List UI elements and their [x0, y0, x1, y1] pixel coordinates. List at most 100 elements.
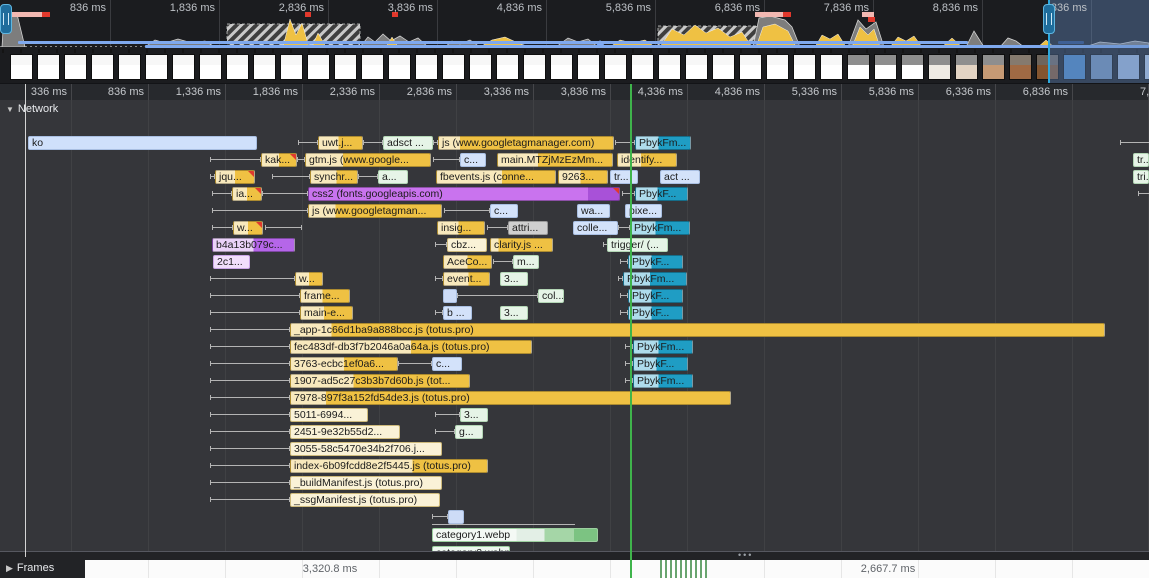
- network-request-bar[interactable]: clarity.js ...: [490, 238, 553, 252]
- filmstrip-frame[interactable]: [91, 54, 114, 80]
- expand-triangle-icon[interactable]: ▶: [6, 563, 13, 573]
- network-request-bar[interactable]: tr...: [610, 170, 638, 184]
- network-request-bar[interactable]: PbykFm...: [635, 136, 691, 150]
- network-request-bar[interactable]: PbykFm...: [630, 221, 690, 235]
- frames-track-header[interactable]: ▶Frames: [6, 562, 54, 574]
- playhead-cursor-line[interactable]: [630, 84, 632, 578]
- network-request-bar[interactable]: w...: [233, 221, 263, 235]
- filmstrip-frame[interactable]: [496, 54, 519, 80]
- network-request-bar[interactable]: 3...: [500, 272, 528, 286]
- network-request-bar[interactable]: attri...: [508, 221, 548, 235]
- network-request-bar[interactable]: insig...: [437, 221, 485, 235]
- network-request-bar[interactable]: jqu...: [215, 170, 255, 184]
- network-request-bar[interactable]: c...: [490, 204, 518, 218]
- filmstrip-frame[interactable]: [118, 54, 141, 80]
- network-request-bar[interactable]: c...: [432, 357, 462, 371]
- filmstrip-frame[interactable]: [10, 54, 33, 80]
- filmstrip-frame[interactable]: [685, 54, 708, 80]
- network-request-bar[interactable]: 3763-ecbc1ef0a6...: [290, 357, 398, 371]
- network-request-bar[interactable]: js (www.googletagman...: [308, 204, 442, 218]
- network-track-header[interactable]: ▼Network: [6, 103, 58, 115]
- network-request-bar[interactable]: 2c1...: [213, 255, 250, 269]
- network-request-bar[interactable]: [443, 289, 457, 303]
- network-request-bar[interactable]: 3...: [500, 306, 528, 320]
- filmstrip-frame[interactable]: [415, 54, 438, 80]
- network-request-bar[interactable]: synchr...: [310, 170, 358, 184]
- network-request-bar[interactable]: PbykFm...: [633, 340, 693, 354]
- timeline-overview[interactable]: 836 ms1,836 ms2,836 ms3,836 ms4,836 ms5,…: [0, 0, 1149, 86]
- filmstrip-frame[interactable]: [388, 54, 411, 80]
- network-request-bar[interactable]: PbykFm...: [633, 374, 693, 388]
- filmstrip-frame[interactable]: [37, 54, 60, 80]
- network-request-bar[interactable]: g...: [455, 425, 483, 439]
- network-request-bar[interactable]: js (www.googletagmanager.com): [438, 136, 614, 150]
- network-request-bar[interactable]: 3...: [460, 408, 488, 422]
- network-request-bar[interactable]: ia...: [232, 187, 262, 201]
- network-request-bar[interactable]: b ...: [443, 306, 472, 320]
- network-request-bar[interactable]: b4a13b079c...: [212, 238, 295, 252]
- network-request-bar[interactable]: c...: [460, 153, 486, 167]
- window-handle-left[interactable]: [0, 4, 12, 34]
- filmstrip-frame[interactable]: [874, 54, 897, 80]
- network-request-bar[interactable]: w...: [295, 272, 323, 286]
- network-request-bar[interactable]: PbykF...: [628, 289, 683, 303]
- network-request-bar[interactable]: main.MTZjMzEzMm...: [497, 153, 613, 167]
- network-request-bar[interactable]: _buildManifest.js (totus.pro): [290, 476, 442, 490]
- network-request-bar[interactable]: col...: [538, 289, 564, 303]
- network-request-bar[interactable]: 2451-9e32b55d2...: [290, 425, 400, 439]
- network-request-bar[interactable]: PbykF...: [633, 357, 688, 371]
- network-request-bar[interactable]: PbykF...: [628, 255, 683, 269]
- network-request-bar[interactable]: _app-1c66d1ba9a888bcc.js (totus.pro): [290, 323, 1105, 337]
- filmstrip-frame[interactable]: [361, 54, 384, 80]
- network-request-bar[interactable]: uwt.j...: [318, 136, 363, 150]
- network-request-bar[interactable]: 3055-58c5470e34b2f706.j...: [290, 442, 442, 456]
- filmstrip-frame[interactable]: [199, 54, 222, 80]
- filmstrip-frame[interactable]: [901, 54, 924, 80]
- network-request-bar[interactable]: event...: [443, 272, 490, 286]
- filmstrip-frame[interactable]: [280, 54, 303, 80]
- collapse-triangle-icon[interactable]: ▼: [6, 105, 14, 114]
- network-request-bar[interactable]: fbevents.js (conne...: [436, 170, 556, 184]
- network-request-bar[interactable]: cbz...: [447, 238, 487, 252]
- filmstrip-frame[interactable]: [469, 54, 492, 80]
- network-request-bar[interactable]: act ...: [660, 170, 700, 184]
- network-request-bar[interactable]: 1907-ad5c27c3b3b7d60b.js (tot...: [290, 374, 470, 388]
- network-request-bar[interactable]: main-e...: [300, 306, 353, 320]
- window-handle-right[interactable]: [1043, 4, 1055, 34]
- network-request-bar[interactable]: frame...: [300, 289, 350, 303]
- network-request-bar[interactable]: index-6b09fcdd8e2f5445.js (totus.pro): [290, 459, 488, 473]
- filmstrip-frame[interactable]: [631, 54, 654, 80]
- filmstrip-frame[interactable]: [550, 54, 573, 80]
- network-request-bar[interactable]: 7978-897f3a152fd54de3.js (totus.pro): [290, 391, 731, 405]
- network-request-bar[interactable]: trigger/ (...: [607, 238, 668, 252]
- network-request-bar[interactable]: category1.webp: [432, 528, 598, 542]
- filmstrip-frame[interactable]: [253, 54, 276, 80]
- network-request-bar[interactable]: ko: [28, 136, 257, 150]
- filmstrip-frame[interactable]: [820, 54, 843, 80]
- filmstrip-frame[interactable]: [658, 54, 681, 80]
- network-request-bar[interactable]: fec483df-db3f7b2046a0a64a.js (totus.pro): [290, 340, 532, 354]
- filmstrip-frame[interactable]: [712, 54, 735, 80]
- filmstrip-frame[interactable]: [442, 54, 465, 80]
- network-request-bar[interactable]: css2 (fonts.googleapis.com): [308, 187, 620, 201]
- network-request-bar[interactable]: gtm.js (www.google...: [305, 153, 431, 167]
- network-request-bar[interactable]: AceCo...: [443, 255, 492, 269]
- network-request-bar[interactable]: identify...: [617, 153, 677, 167]
- filmstrip-frame[interactable]: [793, 54, 816, 80]
- filmstrip-frame[interactable]: [766, 54, 789, 80]
- filmstrip-frame[interactable]: [955, 54, 978, 80]
- filmstrip-frame[interactable]: [577, 54, 600, 80]
- filmstrip-frame[interactable]: [739, 54, 762, 80]
- filmstrip-frame[interactable]: [64, 54, 87, 80]
- filmstrip-frame[interactable]: [928, 54, 951, 80]
- network-request-bar[interactable]: 5011-6994...: [290, 408, 368, 422]
- network-request-bar[interactable]: [448, 510, 464, 524]
- frames-duration-bar[interactable]: 3,320.8 ms2,667.7 ms: [85, 560, 1149, 578]
- network-request-bar[interactable]: wa...: [577, 204, 610, 218]
- network-request-bar[interactable]: _ssgManifest.js (totus.pro): [290, 493, 440, 507]
- network-request-bar[interactable]: PbykF...: [628, 306, 683, 320]
- filmstrip-frame[interactable]: [307, 54, 330, 80]
- filmstrip-frame[interactable]: [523, 54, 546, 80]
- network-request-bar[interactable]: adsct ...: [383, 136, 433, 150]
- filmstrip-frame[interactable]: [226, 54, 249, 80]
